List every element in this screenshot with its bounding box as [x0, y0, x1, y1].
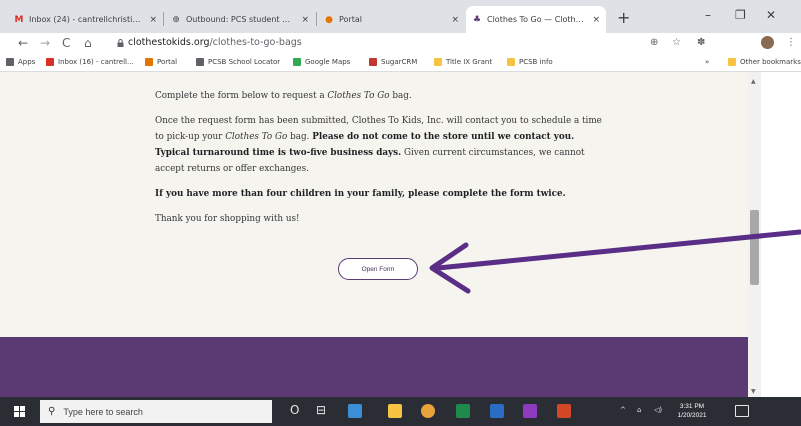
tab-close-icon[interactable]: × [592, 15, 600, 25]
folder-icon [434, 58, 442, 66]
other-bookmarks[interactable]: Other bookmarks [728, 58, 801, 66]
bookmark-inbox[interactable]: Inbox (16) - cantrell... [46, 58, 134, 66]
thank-you-text: Thank you for shopping with us! [155, 214, 300, 224]
tab-clothes-to-go[interactable]: ♣ Clothes To Go — Clothes To × [466, 6, 606, 33]
new-tab-button[interactable]: + [617, 8, 630, 27]
bookmark-google-maps[interactable]: Google Maps [293, 58, 350, 66]
url-path: /clothes-to-go-bags [209, 37, 302, 48]
reload-button[interactable]: C [62, 36, 70, 50]
tab-label: Clothes To Go — Clothes To [487, 15, 587, 24]
bookmark-apps[interactable]: Apps [6, 58, 35, 66]
bookmark-pcsb-info[interactable]: PCSB info [507, 58, 553, 66]
tab-separator [316, 12, 317, 26]
browser-tab-bar: M Inbox (24) - cantrellchristine@ × ⊕ Ou… [0, 0, 801, 33]
file-explorer-icon[interactable] [388, 404, 402, 418]
tab-close-icon[interactable]: × [149, 15, 157, 25]
bookmark-label: Apps [18, 58, 36, 66]
address-bar[interactable]: clothestokids.org/clothes-to-go-bags [128, 37, 302, 48]
volume-icon[interactable]: ◁) [654, 406, 662, 414]
bookmark-label: PCSB School Locator [208, 58, 281, 66]
tray-chevron-icon[interactable]: ^ [620, 406, 626, 414]
people-icon[interactable] [348, 404, 362, 418]
back-button[interactable]: ← [18, 36, 28, 50]
bookmark-pcsb-locator[interactable]: PCSB School Locator [196, 58, 280, 66]
portal-icon: ● [325, 14, 333, 25]
clock-date: 1/20/2021 [677, 412, 707, 419]
tab-label: Inbox (24) - cantrellchristine@ [29, 15, 144, 24]
browser-toolbar: ← → C ⌂ clothestokids.org/clothes-to-go-… [0, 33, 801, 55]
scroll-down-arrow-icon[interactable]: ▼ [751, 388, 756, 395]
bookmark-portal[interactable]: Portal [145, 58, 177, 66]
tab-close-icon[interactable]: × [451, 15, 459, 25]
notifications-icon[interactable] [735, 405, 749, 417]
bookmark-label: Portal [157, 58, 178, 66]
gmail-icon: M [14, 14, 24, 25]
windows-start-icon[interactable] [14, 406, 25, 417]
profile-avatar[interactable] [761, 36, 774, 49]
clothes-to-kids-icon: ♣ [472, 14, 482, 25]
search-icon: ⚲ [48, 406, 56, 417]
zoom-icon[interactable]: ⊕ [650, 37, 658, 48]
tab-close-icon[interactable]: × [301, 15, 309, 25]
search-placeholder: Type here to search [63, 406, 143, 417]
windows-taskbar: ⚲ Type here to search O ⊟ ^ ⌂ ◁) 3:31 PM… [0, 397, 801, 426]
children-notice: If you have more than four children in y… [155, 189, 566, 199]
web-icon [196, 58, 204, 66]
minimize-button[interactable]: – [705, 8, 711, 22]
onenote-icon[interactable] [523, 404, 537, 418]
apps-grid-icon [6, 58, 14, 66]
maps-pin-icon [293, 58, 301, 66]
tab-gmail[interactable]: M Inbox (24) - cantrellchristine@ × [8, 6, 163, 33]
folder-icon [728, 58, 736, 66]
bookmark-label: PCSB info [519, 58, 553, 66]
chrome-icon[interactable] [421, 404, 435, 418]
tab-label: Portal [339, 15, 362, 24]
powerpoint-icon[interactable] [557, 404, 571, 418]
pickup-paragraph: Once the request form has been submitted… [155, 116, 602, 174]
home-button[interactable]: ⌂ [84, 36, 92, 50]
taskbar-search-box[interactable]: ⚲ Type here to search [40, 400, 272, 423]
task-view-icon[interactable]: ⊟ [316, 403, 326, 417]
tab-outbound[interactable]: ⊕ Outbound: PCS student & staff × [165, 6, 315, 33]
bookmark-label: Google Maps [305, 58, 351, 66]
bookmark-label: Title IX Grant [446, 58, 493, 66]
bookmarks-bar: Apps Inbox (16) - cantrell... Portal PCS… [0, 55, 801, 72]
excel-icon[interactable] [456, 404, 470, 418]
web-icon: ⊕ [172, 14, 180, 25]
bookmark-label: Other bookmarks [740, 58, 801, 66]
open-form-button[interactable]: Open Form [338, 258, 418, 280]
gmail-icon [46, 58, 54, 66]
form-instructions: Complete the form below to request a Clo… [155, 88, 605, 236]
taskbar-clock[interactable]: 3:31 PM 1/20/2021 [672, 402, 712, 420]
extensions-icon[interactable]: ✽ [697, 37, 705, 48]
cortana-icon[interactable]: O [290, 403, 299, 417]
network-icon[interactable]: ⌂ [637, 406, 641, 414]
window-margin [761, 72, 801, 397]
forward-button[interactable]: → [40, 36, 50, 50]
url-domain: clothestokids.org [128, 37, 210, 48]
folder-icon [507, 58, 515, 66]
maximize-button[interactable]: ❐ [735, 8, 746, 22]
footer-band [0, 337, 748, 397]
portal-icon [145, 58, 153, 66]
close-window-button[interactable]: ✕ [766, 8, 776, 22]
bookmark-label: Inbox (16) - cantrell... [58, 58, 134, 66]
scroll-up-arrow-icon[interactable]: ▲ [751, 78, 756, 85]
word-icon[interactable] [490, 404, 504, 418]
page-content: Complete the form below to request a Clo… [0, 72, 748, 337]
bookmark-label: SugarCRM [381, 58, 418, 66]
intro-paragraph: Complete the form below to request a Clo… [155, 91, 412, 101]
clock-time: 3:31 PM [679, 403, 705, 410]
scrollbar-thumb[interactable] [750, 210, 759, 285]
lock-icon[interactable] [117, 39, 124, 47]
tab-separator [163, 12, 164, 26]
tab-portal[interactable]: ● Portal × [318, 6, 465, 33]
menu-icon[interactable]: ⋮ [786, 37, 796, 48]
bookmark-sugarcrm[interactable]: SugarCRM [369, 58, 417, 66]
tab-label: Outbound: PCS student & staff [186, 15, 296, 24]
bookmark-star-icon[interactable]: ☆ [672, 37, 681, 48]
sugarcrm-icon [369, 58, 377, 66]
bookmark-title-ix[interactable]: Title IX Grant [434, 58, 492, 66]
bookmarks-overflow[interactable]: » [705, 58, 709, 66]
